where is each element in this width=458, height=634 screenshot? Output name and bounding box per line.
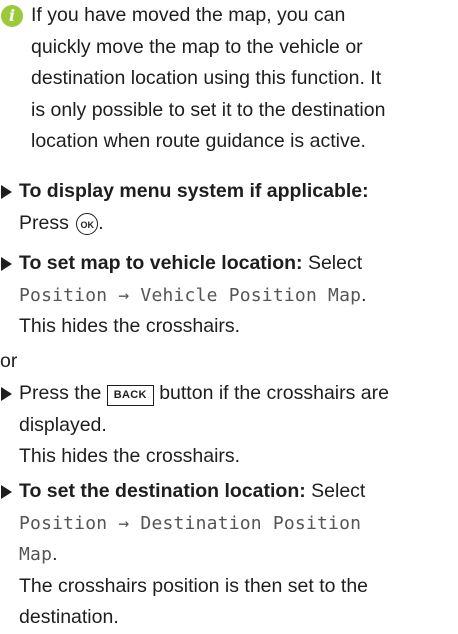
step-result: This hides the crosshairs. <box>19 315 241 337</box>
step-heading: To display menu system if applicable: <box>19 180 369 202</box>
note-line: If you have moved the map, you can <box>31 4 346 26</box>
step-arrow-icon <box>1 387 12 401</box>
manual-page: i If you have moved the map, you can qui… <box>0 0 458 628</box>
note-line: location when route guidance is active. <box>31 130 366 152</box>
menu-path: Map <box>19 544 53 565</box>
select-label: Select <box>311 480 366 502</box>
step-arrow-icon <box>1 485 12 499</box>
ok-button-icon: OK <box>76 212 99 235</box>
note-line: is only possible to set it to the destin… <box>31 98 386 121</box>
info-icon: i <box>1 5 23 27</box>
step-arrow-icon <box>1 257 12 271</box>
menu-path: Position → Vehicle Position Map <box>19 284 362 306</box>
note-line: quickly move the map to the vehicle or <box>31 35 363 58</box>
press-label: Press <box>19 211 69 234</box>
select-label: Select <box>307 252 363 274</box>
step-heading: To set the destination location: <box>19 480 306 502</box>
note-line: destination location using this function… <box>31 67 382 89</box>
or-separator: or <box>0 350 18 372</box>
back-button-icon: BACK <box>106 385 154 406</box>
step-arrow-icon <box>1 185 12 199</box>
step-result: This hides the crosshairs. <box>19 445 241 467</box>
info-note-text: If you have moved the map, you can quick… <box>31 0 458 158</box>
menu-path: Position → Destination Position <box>19 512 362 534</box>
step-result: destination. <box>19 606 119 628</box>
step-result: The crosshairs position is then set to t… <box>19 574 369 597</box>
step-heading: To set map to vehicle location: <box>19 252 303 274</box>
